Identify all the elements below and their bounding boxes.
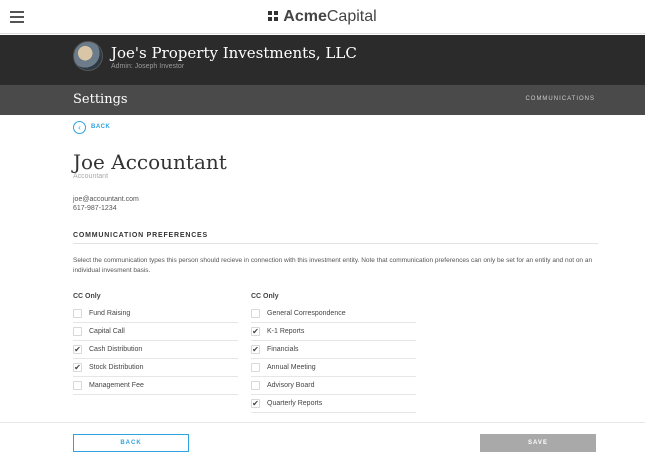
preference-row-quarterly-reports[interactable]: ✔ Quarterly Reports [251,395,416,413]
save-button[interactable]: SAVE [480,434,596,452]
preference-row-financials[interactable]: ✔ Financials [251,341,416,359]
preference-label: Financials [267,346,299,353]
section-title: COMMUNICATION PREFERENCES [73,232,208,239]
app-frame: AcmeCapital Joe's Property Investments, … [0,0,645,462]
page-title: Settings [73,92,128,107]
checkbox[interactable] [73,327,82,336]
footer-divider [0,422,645,423]
top-bar: AcmeCapital [0,0,645,34]
checkbox[interactable]: ✔ [251,345,260,354]
checkbox[interactable] [251,309,260,318]
preference-label: Annual Meeting [267,364,316,371]
acme-logo-icon [268,11,280,22]
brand-logo: AcmeCapital [0,8,645,26]
checkbox[interactable]: ✔ [251,327,260,336]
person-role: Accountant [73,173,109,180]
entity-avatar [73,41,103,71]
entity-header: Joe's Property Investments, LLC Admin: J… [0,35,645,85]
preference-row-stock-distribution[interactable]: ✔ Stock Distribution [73,359,238,377]
preference-row-management-fee[interactable]: Management Fee [73,377,238,395]
checkbox[interactable] [73,309,82,318]
check-icon: ✔ [252,327,259,336]
column-header: CC Only [251,293,279,300]
settings-bar: Settings COMMUNICATIONS [0,85,645,115]
preference-row-cash-distribution[interactable]: ✔ Cash Distribution [73,341,238,359]
checkbox[interactable]: ✔ [73,345,82,354]
checkbox[interactable] [73,381,82,390]
checkbox[interactable]: ✔ [73,363,82,372]
preference-label: Management Fee [89,382,144,389]
back-link-label: BACK [91,124,111,130]
preference-row-k1-reports[interactable]: ✔ K-1 Reports [251,323,416,341]
preference-row-general-correspondence[interactable]: General Correspondence [251,305,416,323]
checkbox[interactable]: ✔ [251,399,260,408]
preference-label: Stock Distribution [89,364,144,371]
preferences-column-right: CC Only General Correspondence ✔ K-1 Rep… [251,293,416,413]
person-email: joe@accountant.com [73,196,139,203]
section-divider [73,243,598,244]
tab-communications[interactable]: COMMUNICATIONS [525,96,595,102]
brand-light: Capital [326,8,377,25]
chevron-left-icon: ‹ [73,121,86,134]
preference-row-fund-raising[interactable]: Fund Raising [73,305,238,323]
check-icon: ✔ [74,345,81,354]
entity-admin: Admin: Joseph Investor [111,63,185,70]
check-icon: ✔ [74,363,81,372]
preference-label: Fund Raising [89,310,131,317]
preference-row-capital-call[interactable]: Capital Call [73,323,238,341]
preference-label: Cash Distribution [89,346,143,353]
checkbox[interactable] [251,381,260,390]
preference-row-annual-meeting[interactable]: Annual Meeting [251,359,416,377]
preference-label: Advisory Board [267,382,315,389]
back-button[interactable]: BACK [73,434,189,452]
entity-name: Joe's Property Investments, LLC [111,44,357,62]
column-header: CC Only [73,293,101,300]
check-icon: ✔ [252,399,259,408]
person-phone: 617-987-1234 [73,205,117,212]
brand-bold: Acme [283,8,327,25]
preferences-column-left: CC Only Fund Raising Capital Call ✔ Cash… [73,293,238,395]
person-name: Joe Accountant [73,150,227,174]
preference-row-advisory-board[interactable]: Advisory Board [251,377,416,395]
preference-label: General Correspondence [267,310,346,317]
check-icon: ✔ [252,345,259,354]
section-description: Select the communication types this pers… [73,257,593,274]
preference-label: Capital Call [89,328,125,335]
preference-label: Quarterly Reports [267,400,323,407]
preference-label: K-1 Reports [267,328,305,335]
checkbox[interactable] [251,363,260,372]
